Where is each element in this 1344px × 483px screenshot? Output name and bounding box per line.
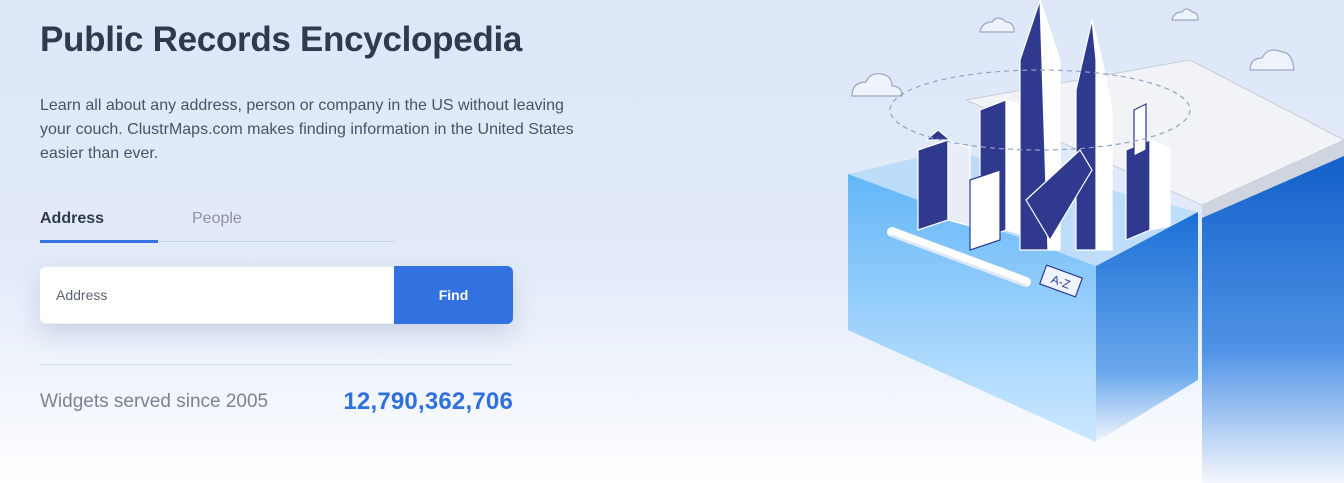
widgets-served-label: Widgets served since 2005 — [40, 391, 269, 412]
address-search-input[interactable] — [40, 267, 394, 323]
tab-address[interactable]: Address — [40, 210, 104, 228]
search-bar: Find — [40, 266, 513, 324]
widgets-served-counter: 12,790,362,706 — [343, 388, 513, 415]
tab-people[interactable]: People — [192, 210, 242, 228]
page-description: Learn all about any address, person or c… — [40, 97, 574, 162]
find-button[interactable]: Find — [394, 266, 513, 324]
page-title: Public Records Encyclopedia — [40, 20, 523, 59]
active-tab-indicator — [40, 240, 158, 243]
drawer-city-illustration: A-Z — [848, 0, 1344, 483]
search-tabs: Address People — [40, 206, 394, 243]
divider — [40, 364, 513, 365]
